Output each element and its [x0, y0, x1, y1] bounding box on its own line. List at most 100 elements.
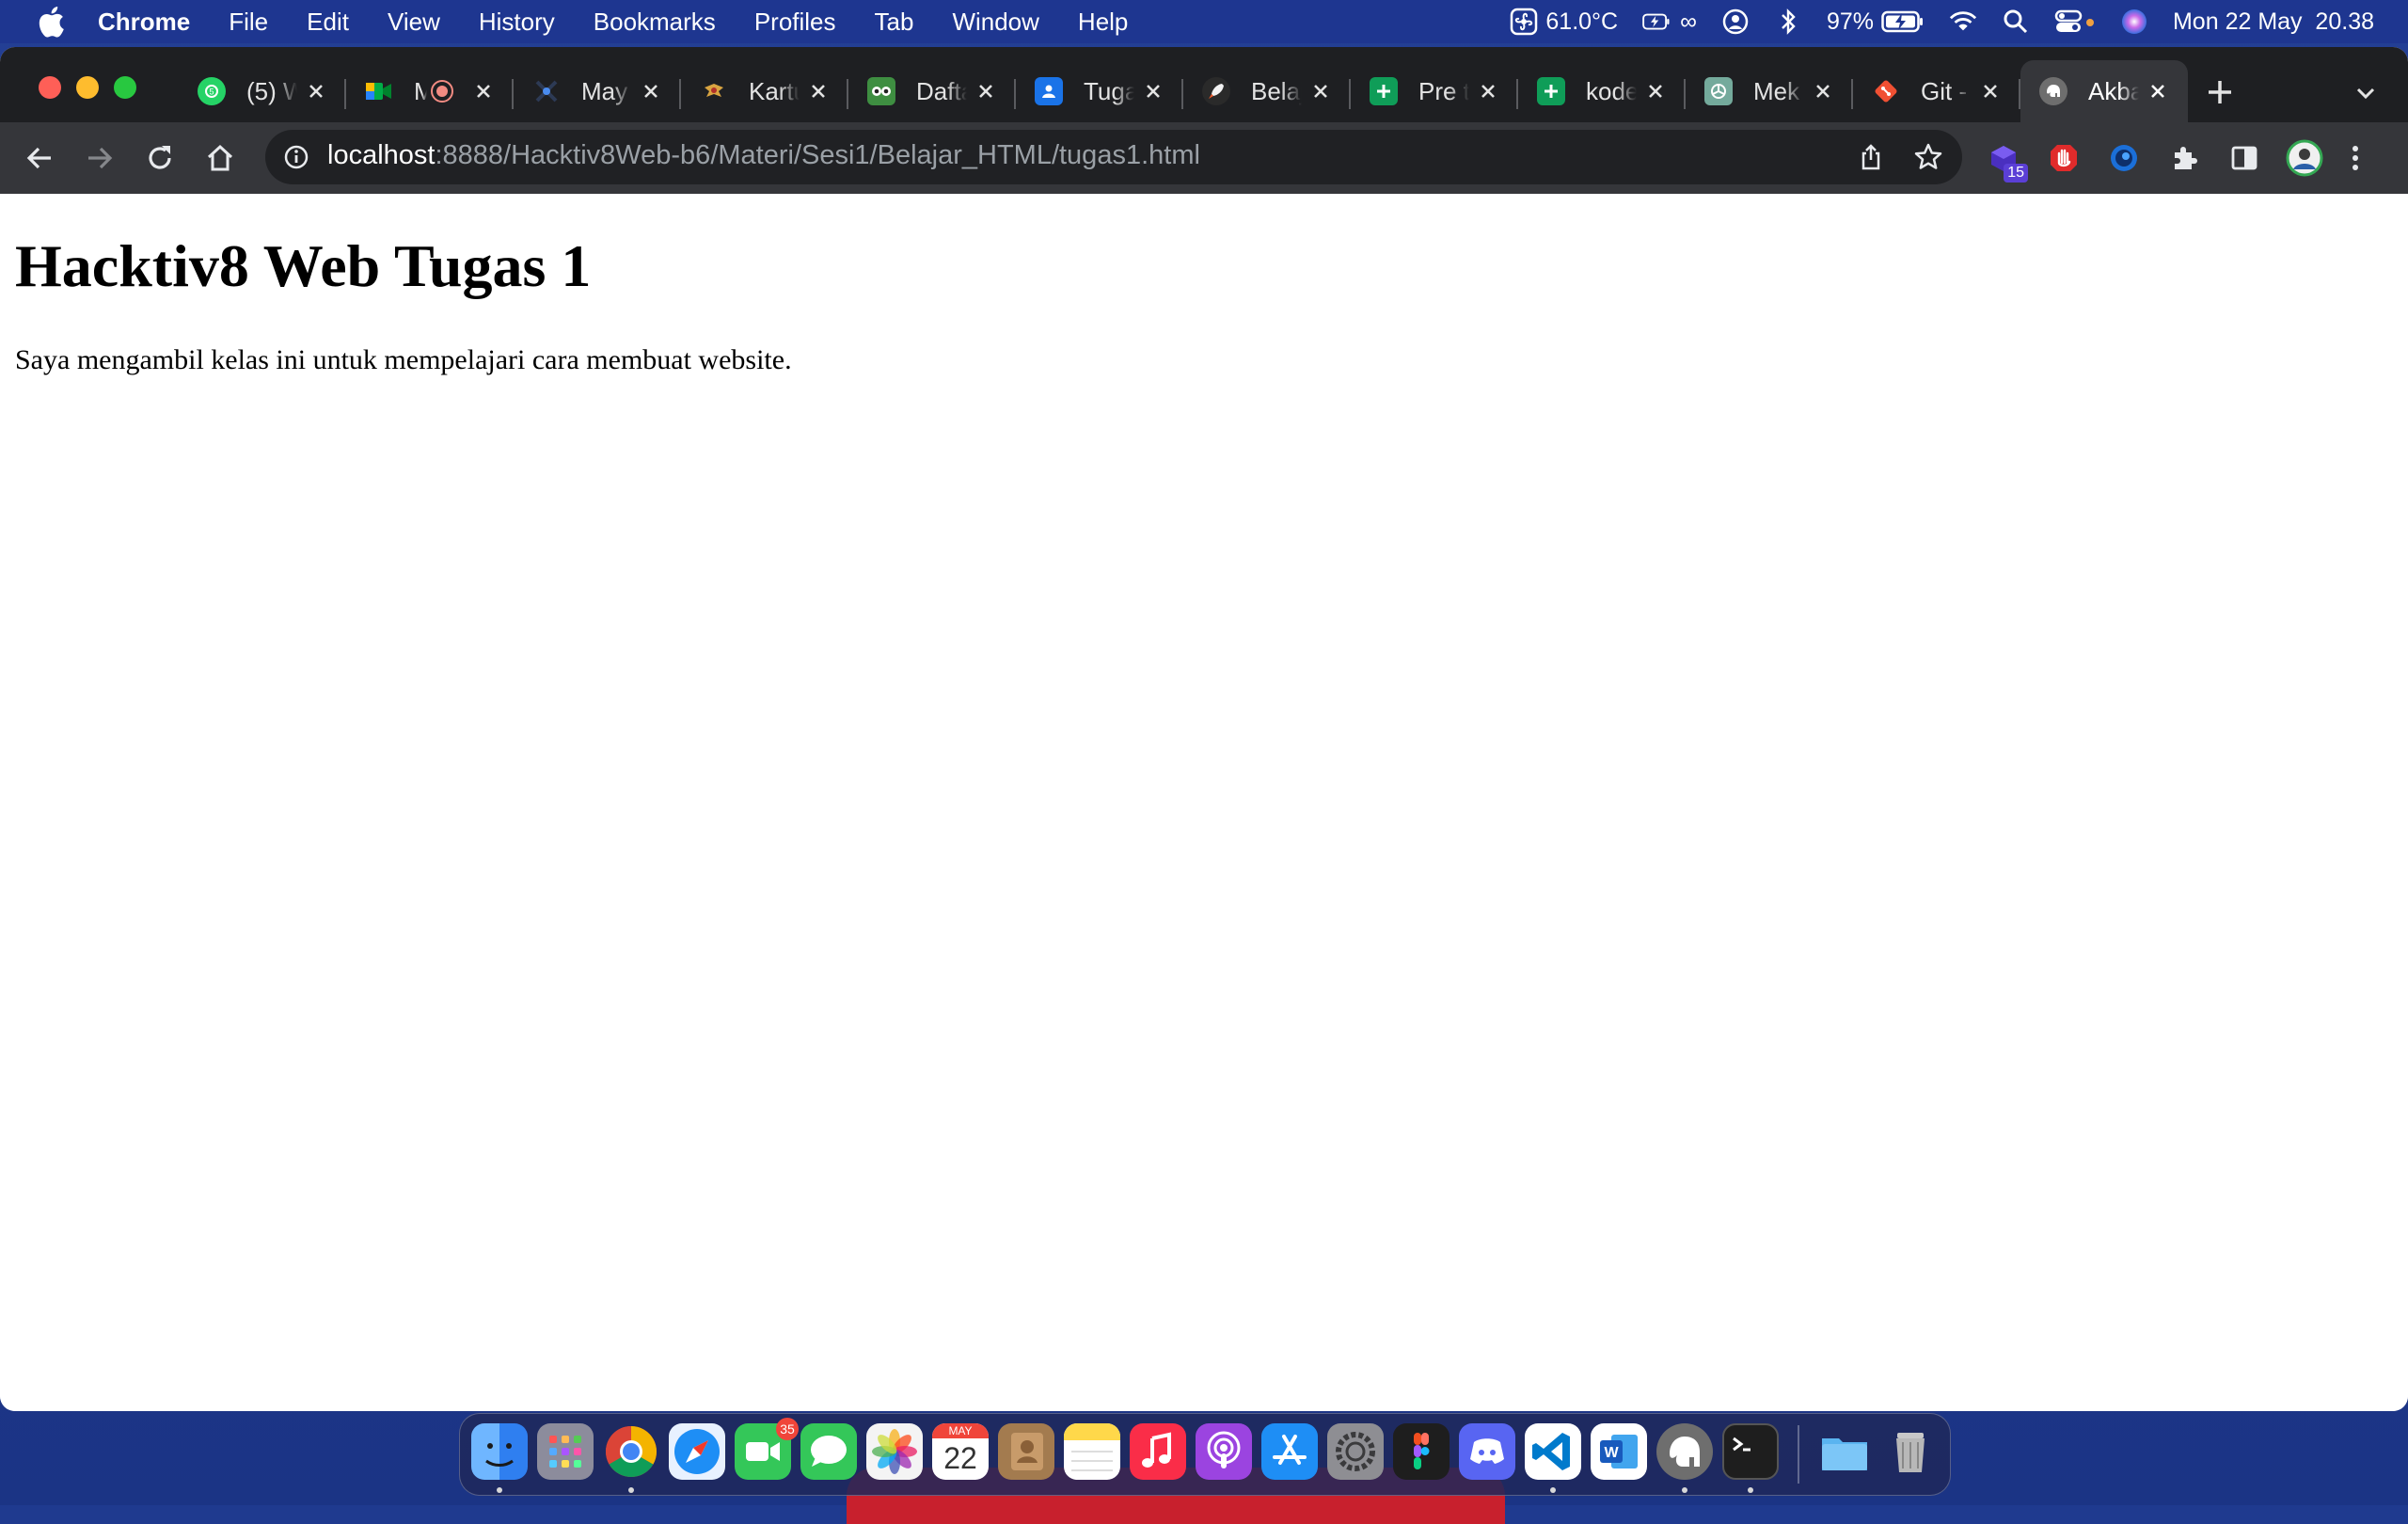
tab-title: Kartu [749, 76, 800, 105]
tab-close-icon[interactable] [1979, 80, 2002, 103]
dock-contacts[interactable] [998, 1423, 1054, 1480]
menu-history[interactable]: History [479, 8, 555, 37]
bluetooth-icon[interactable] [1774, 8, 1802, 36]
dock-vscode[interactable] [1525, 1423, 1581, 1480]
dock-facetime[interactable]: 35 [735, 1418, 799, 1480]
menu-file[interactable]: File [229, 8, 268, 37]
dock-downloads-folder[interactable] [1816, 1423, 1873, 1480]
tab-close-icon[interactable] [1477, 80, 1499, 103]
window-close-button[interactable] [39, 76, 61, 99]
tab-google-meet[interactable]: M [346, 60, 514, 122]
tab-close-icon[interactable] [974, 80, 997, 103]
google-meet-icon [365, 77, 393, 105]
tab-close-icon[interactable] [1142, 80, 1164, 103]
dock-music[interactable] [1130, 1423, 1186, 1480]
amphetamine-status[interactable]: ∞ [1642, 8, 1697, 36]
dock-photos[interactable] [866, 1423, 923, 1480]
dock-app-store[interactable] [1261, 1423, 1318, 1480]
tab-strip: 5 (5) W M May Kartu [0, 47, 2408, 122]
dock-messages[interactable] [800, 1423, 857, 1480]
tab-whatsapp[interactable]: 5 (5) W [179, 60, 346, 122]
side-panel-icon[interactable] [2226, 139, 2263, 177]
tab-git[interactable]: Git - [1853, 60, 2020, 122]
dot-logo-icon [532, 77, 561, 105]
url-text[interactable]: localhost:8888/Hacktiv8Web-b6/Materi/Ses… [327, 140, 1200, 171]
tab-close-icon[interactable] [1812, 80, 1834, 103]
tab-belajar[interactable]: Belajar [1183, 60, 1351, 122]
tab-close-icon[interactable] [1309, 80, 1332, 103]
menu-edit[interactable]: Edit [307, 8, 349, 37]
menu-tab[interactable]: Tab [875, 8, 914, 37]
battery-status[interactable]: 97% [1827, 8, 1925, 36]
whatsapp-icon: 5 [198, 77, 226, 105]
wifi-icon[interactable] [1949, 8, 1977, 36]
back-arrow-icon[interactable] [23, 141, 56, 175]
menu-profiles[interactable]: Profiles [754, 8, 836, 37]
control-center-icon[interactable] [2054, 8, 2096, 36]
tab-pre[interactable]: Pre t [1351, 60, 1518, 122]
apple-menu-icon[interactable] [32, 3, 70, 40]
menu-app-name[interactable]: Chrome [98, 8, 190, 37]
extension-cube-icon[interactable]: 15 [1985, 139, 2028, 183]
svg-text:5: 5 [209, 87, 214, 97]
tab-tugas[interactable]: Tugas [1016, 60, 1183, 122]
dock-safari[interactable] [669, 1423, 725, 1480]
dock-figma[interactable] [1393, 1423, 1450, 1480]
dock-tableplus[interactable] [1656, 1423, 1713, 1480]
dock-chrome[interactable] [603, 1423, 659, 1480]
dock-word[interactable]: W [1591, 1423, 1647, 1480]
tab-akbar-active[interactable]: Akbar [2020, 60, 2188, 122]
dock-podcasts[interactable] [1196, 1423, 1252, 1480]
menu-help[interactable]: Help [1078, 8, 1128, 37]
tab-may[interactable]: May [514, 60, 681, 122]
menu-bar: Chrome File Edit View History Bookmarks … [0, 0, 2408, 43]
dock-notes[interactable] [1064, 1423, 1120, 1480]
tab-kartu[interactable]: Kartu [681, 60, 848, 122]
dock-calendar[interactable]: MAY 22 [932, 1423, 989, 1480]
extensions-puzzle-icon[interactable] [2165, 139, 2203, 177]
menu-clock[interactable]: Mon 22 May 20.38 [2173, 8, 2374, 36]
fan-icon [1510, 8, 1538, 36]
user-circle-icon[interactable] [1721, 8, 1750, 36]
forward-arrow-icon[interactable] [83, 141, 117, 175]
dock-launchpad[interactable] [537, 1423, 594, 1480]
battery-charging-icon [1642, 8, 1671, 36]
tab-close-icon[interactable] [305, 80, 327, 103]
dock-finder[interactable] [471, 1423, 528, 1480]
dock-terminal[interactable] [1722, 1423, 1779, 1480]
siri-icon[interactable] [2120, 8, 2148, 36]
menu-bookmarks[interactable]: Bookmarks [594, 8, 716, 37]
menu-view[interactable]: View [388, 8, 440, 37]
dock-discord[interactable] [1459, 1423, 1515, 1480]
site-info-icon[interactable] [282, 143, 310, 171]
adblock-hand-icon[interactable] [2045, 139, 2083, 177]
tab-close-icon[interactable] [1644, 80, 1667, 103]
window-maximize-button[interactable] [114, 76, 136, 99]
bookmark-star-icon[interactable] [1913, 142, 1943, 172]
vpn-globe-icon[interactable] [2105, 139, 2143, 177]
tab-chatgpt[interactable]: Mek [1686, 60, 1853, 122]
tab-kode[interactable]: kode [1518, 60, 1686, 122]
temperature-status[interactable]: 61.0°C [1510, 8, 1618, 36]
calendar-day: 22 [943, 1441, 977, 1475]
dock-trash[interactable] [1882, 1423, 1939, 1480]
battery-percent: 97% [1826, 8, 1874, 35]
spotlight-search-icon[interactable] [2002, 8, 2030, 36]
dock-system-settings[interactable] [1327, 1423, 1384, 1480]
tab-search-chevron-icon[interactable] [2350, 77, 2382, 109]
tab-close-icon[interactable] [472, 80, 495, 103]
profile-avatar[interactable] [2286, 139, 2323, 177]
new-tab-button[interactable] [2203, 75, 2237, 109]
tab-title: Pre t [1418, 76, 1469, 105]
browser-menu-icon[interactable] [2346, 139, 2365, 177]
menu-window[interactable]: Window [952, 8, 1038, 37]
window-minimize-button[interactable] [76, 76, 99, 99]
share-icon[interactable] [1857, 143, 1885, 171]
tab-close-icon[interactable] [640, 80, 662, 103]
tab-close-icon[interactable] [2147, 80, 2169, 103]
home-icon[interactable] [203, 141, 237, 175]
reload-icon[interactable] [143, 141, 177, 175]
tab-close-icon[interactable] [807, 80, 830, 103]
address-bar[interactable]: localhost:8888/Hacktiv8Web-b6/Materi/Ses… [265, 130, 1962, 184]
tab-daftar[interactable]: Daftar [848, 60, 1016, 122]
